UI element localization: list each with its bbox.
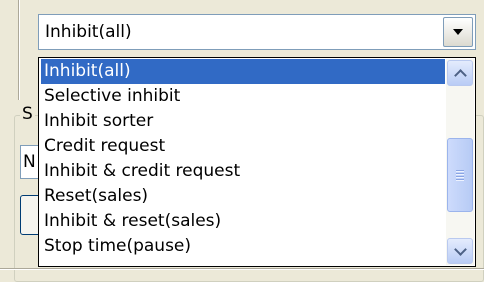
list-item[interactable]: Inhibit & credit request <box>41 159 445 184</box>
grip-line <box>456 179 464 180</box>
list-item[interactable]: Inhibit & reset(sales) <box>41 209 445 234</box>
scroll-down-button[interactable] <box>447 238 473 264</box>
chevron-down-icon <box>453 242 467 256</box>
list-item[interactable]: Inhibit(all) <box>41 59 445 84</box>
list-item[interactable]: Stop time(pause) <box>41 234 445 259</box>
scrollbar-thumb[interactable] <box>447 138 473 212</box>
mode-combobox[interactable]: Inhibit(all) <box>38 14 476 50</box>
dropdown-options: Inhibit(all) Selective inhibit Inhibit s… <box>41 59 445 259</box>
dropdown-arrow-icon <box>453 29 463 35</box>
list-item[interactable]: Selective inhibit <box>41 84 445 109</box>
list-item[interactable]: Credit request <box>41 134 445 159</box>
combobox-dropdown-button[interactable] <box>443 17 473 47</box>
scroll-up-button[interactable] <box>447 60 473 86</box>
background-input-value: N <box>23 152 36 172</box>
combobox-value: Inhibit(all) <box>45 22 132 42</box>
group-box-caption: S <box>20 104 35 124</box>
panel-divider <box>18 0 19 100</box>
grip-line <box>456 170 464 171</box>
grip-line <box>456 173 464 174</box>
dropdown-list[interactable]: Inhibit(all) Selective inhibit Inhibit s… <box>38 57 476 267</box>
bottom-divider <box>0 268 484 269</box>
chevron-up-icon <box>453 68 467 82</box>
grip-line <box>456 176 464 177</box>
list-item[interactable]: Inhibit sorter <box>41 109 445 134</box>
list-item[interactable]: Reset(sales) <box>41 184 445 209</box>
vertical-scrollbar[interactable] <box>446 59 474 265</box>
